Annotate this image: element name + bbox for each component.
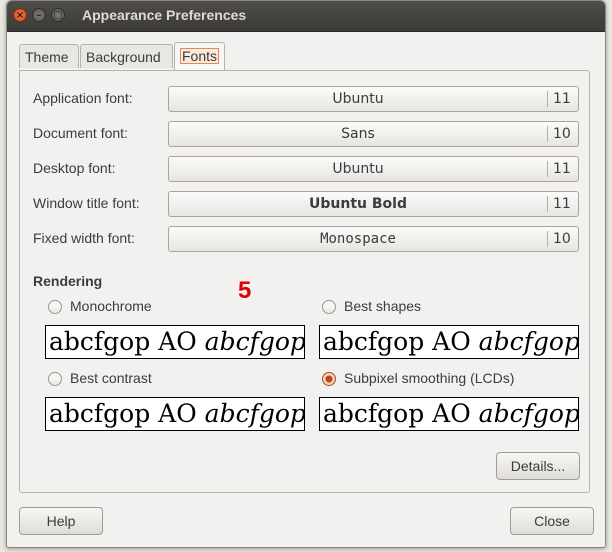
desktop-font-label: Desktop font: [33,160,116,176]
sample-best-shapes[interactable]: abcfgop AO abcfgop [319,325,579,359]
radio-button[interactable] [48,300,62,314]
rendering-heading: Rendering [33,273,103,289]
font-row-desktop: Desktop font: Ubuntu 11 [20,156,589,182]
details-button[interactable]: Details... [496,452,580,480]
document-font-button[interactable]: Sans 10 [168,121,579,147]
fonts-panel: Application font: Ubuntu 11 Document fon… [19,70,590,493]
tab-fonts-label: Fonts [180,48,220,64]
font-name: Monospace [320,231,396,247]
application-font-button[interactable]: Ubuntu 11 [168,86,579,112]
maximize-window-icon[interactable]: □ [51,8,65,22]
close-window-icon[interactable]: × [13,8,27,22]
sample-italic-text: abcfgop [204,399,305,428]
document-font-label: Document font: [33,125,128,141]
window-title-font-label: Window title font: [33,195,140,211]
tab-background[interactable]: Background [80,44,173,68]
radio-button[interactable] [48,372,62,386]
sample-italic-text: abcfgop [204,327,305,356]
separator [547,231,548,247]
fixed-width-font-label: Fixed width font: [33,230,135,246]
sample-best-contrast[interactable]: abcfgop AO abcfgop [45,397,305,431]
sample-subpixel-smoothing[interactable]: abcfgop AO abcfgop [319,397,579,431]
font-row-window-title: Window title font: Ubuntu Bold 11 [20,191,589,217]
radio-label: Monochrome [70,298,152,314]
title-bar[interactable]: × – □ Appearance Preferences [7,1,605,32]
radio-button-selected[interactable] [322,372,336,386]
sample-regular-text: abcfgop AO [49,399,205,428]
annotation-number: 5 [238,277,252,304]
font-size: 10 [553,231,571,247]
font-name: Sans [341,126,375,142]
sample-regular-text: abcfgop AO [323,399,479,428]
separator [547,196,548,212]
sample-italic-text: abcfgop [478,327,579,356]
font-name: Ubuntu Bold [309,196,407,212]
tab-background-label: Background [86,49,161,65]
separator [547,91,548,107]
appearance-preferences-window: × – □ Appearance Preferences Theme Backg… [6,0,606,548]
sample-monochrome[interactable]: abcfgop AO abcfgop [45,325,305,359]
help-button[interactable]: Help [19,507,103,535]
font-name: Ubuntu [332,91,384,107]
font-size: 11 [553,91,571,107]
application-font-label: Application font: [33,90,133,106]
radio-label: Subpixel smoothing (LCDs) [344,370,515,386]
font-row-application: Application font: Ubuntu 11 [20,86,589,112]
sample-regular-text: abcfgop AO [323,327,479,356]
desktop-font-button[interactable]: Ubuntu 11 [168,156,579,182]
radio-button[interactable] [322,300,336,314]
sample-italic-text: abcfgop [478,399,579,428]
tab-theme-label: Theme [25,49,69,65]
font-row-fixed-width: Fixed width font: Monospace 10 [20,226,589,252]
font-size: 11 [553,196,571,212]
minimize-window-icon[interactable]: – [32,8,46,22]
window-title: Appearance Preferences [82,7,247,23]
fixed-width-font-button[interactable]: Monospace 10 [168,226,579,252]
separator [547,126,548,142]
radio-label: Best shapes [344,298,422,314]
font-size: 11 [553,161,571,177]
close-button[interactable]: Close [510,507,594,535]
window-title-font-button[interactable]: Ubuntu Bold 11 [168,191,579,217]
font-name: Ubuntu [332,161,384,177]
radio-label: Best contrast [70,370,152,386]
separator [547,161,548,177]
font-size: 10 [553,126,571,142]
sample-regular-text: abcfgop AO [49,327,205,356]
font-row-document: Document font: Sans 10 [20,121,589,147]
tab-fonts[interactable]: Fonts [174,42,225,70]
tab-theme[interactable]: Theme [19,44,79,68]
